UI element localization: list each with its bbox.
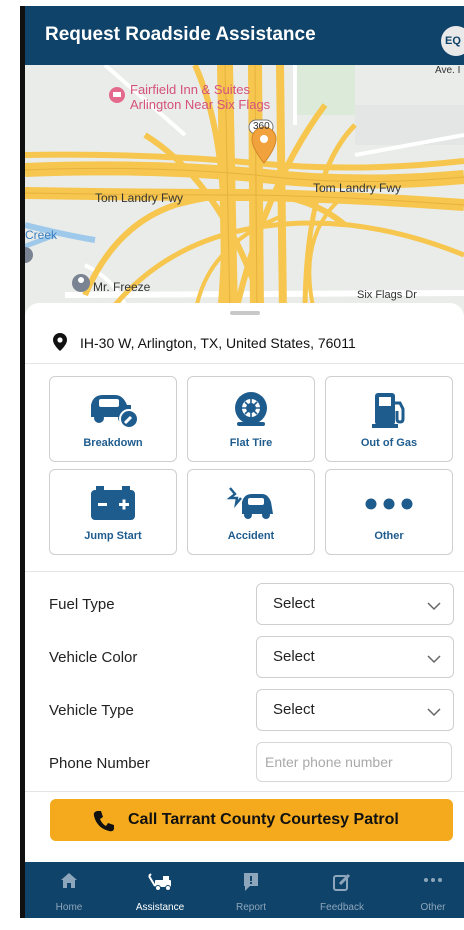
fuel-pump-icon xyxy=(326,391,452,431)
service-label: Other xyxy=(374,530,404,542)
phone-number-input[interactable] xyxy=(256,742,452,782)
vehicle-type-select[interactable]: Select xyxy=(256,689,454,731)
location-row[interactable]: IH-30 W, Arlington, TX, United States, 7… xyxy=(25,323,464,364)
vehicle-color-select[interactable]: Select xyxy=(256,636,454,678)
chevron-down-icon xyxy=(427,651,441,669)
service-label: Jump Start xyxy=(84,530,142,542)
map-label-six-flags-dr: Six Flags Dr xyxy=(357,289,417,301)
vehicle-type-label: Vehicle Type xyxy=(49,702,134,719)
nav-label: Home xyxy=(55,902,83,913)
nav-other[interactable]: Other xyxy=(393,862,464,918)
service-jump-start[interactable]: Jump Start xyxy=(49,469,177,555)
service-label: Breakdown xyxy=(83,437,143,449)
nav-report[interactable]: Report xyxy=(211,862,291,918)
nav-label: Feedback xyxy=(320,902,364,913)
nav-label: Other xyxy=(420,902,446,913)
report-icon xyxy=(211,872,291,892)
phone-icon xyxy=(92,809,116,838)
nav-feedback[interactable]: Feedback xyxy=(302,862,382,918)
car-wrench-icon xyxy=(50,391,176,431)
service-label: Flat Tire xyxy=(229,437,273,449)
service-other[interactable]: Other xyxy=(325,469,453,555)
map-label-freeway-right: Tom Landry Fwy xyxy=(313,181,402,195)
nav-assistance[interactable]: Assistance xyxy=(120,862,200,918)
map-label-route: 360 xyxy=(253,121,270,132)
nav-label: Report xyxy=(235,902,266,913)
map-label-hotel-1: Fairfield Inn & Suites xyxy=(130,82,250,97)
service-label: Out of Gas xyxy=(360,437,418,449)
call-button-label: Call Tarrant County Courtesy Patrol xyxy=(128,811,399,828)
select-value: Select xyxy=(273,595,315,612)
app: Request Roadside Assistance EQ Fairfield… xyxy=(25,6,464,918)
map-label-freeway-left: Tom Landry Fwy xyxy=(95,191,184,205)
bottom-nav: Home Assistance Report Feedback Other xyxy=(25,862,464,918)
select-value: Select xyxy=(273,648,315,665)
page-title: Request Roadside Assistance xyxy=(45,24,316,45)
location-address: IH-30 W, Arlington, TX, United States, 7… xyxy=(80,335,356,351)
map-label-creek: Creek xyxy=(25,228,58,242)
map-label-ave: Ave. I xyxy=(435,65,461,76)
call-courtesy-patrol-button[interactable]: Call Tarrant County Courtesy Patrol xyxy=(50,799,453,841)
assistance-sheet: IH-30 W, Arlington, TX, United States, 7… xyxy=(25,303,464,863)
fuel-type-select[interactable]: Select xyxy=(256,583,454,625)
more-icon xyxy=(393,872,464,892)
drag-handle[interactable] xyxy=(230,311,260,315)
tire-icon xyxy=(188,391,314,431)
divider xyxy=(25,791,464,792)
divider xyxy=(25,571,464,572)
map-view[interactable]: Fairfield Inn & Suites Arlington Near Si… xyxy=(25,65,464,315)
service-breakdown[interactable]: Breakdown xyxy=(49,376,177,462)
vehicle-color-label: Vehicle Color xyxy=(49,649,138,666)
location-pin-icon xyxy=(53,333,67,356)
chevron-down-icon xyxy=(427,598,441,616)
service-flat-tire[interactable]: Flat Tire xyxy=(187,376,315,462)
select-value: Select xyxy=(273,701,315,718)
app-header: Request Roadside Assistance EQ xyxy=(25,6,464,65)
home-icon xyxy=(29,872,109,892)
service-label: Accident xyxy=(227,530,275,542)
nav-home[interactable]: Home xyxy=(29,862,109,918)
edit-icon xyxy=(302,872,382,892)
tow-truck-icon xyxy=(120,872,200,892)
map-label-freeze: Mr. Freeze xyxy=(93,280,151,294)
fuel-type-label: Fuel Type xyxy=(49,596,115,613)
service-accident[interactable]: Accident xyxy=(187,469,315,555)
screen: Request Roadside Assistance EQ Fairfield… xyxy=(0,0,464,930)
avatar[interactable]: EQ xyxy=(441,26,464,56)
nav-label: Assistance xyxy=(135,902,185,913)
more-dots-icon xyxy=(326,484,452,524)
car-crash-icon xyxy=(188,484,314,524)
service-out-of-gas[interactable]: Out of Gas xyxy=(325,376,453,462)
battery-icon xyxy=(50,484,176,524)
phone-number-label: Phone Number xyxy=(49,755,150,772)
map-label-hotel-2: Arlington Near Six Flags xyxy=(130,97,271,112)
chevron-down-icon xyxy=(427,704,441,722)
